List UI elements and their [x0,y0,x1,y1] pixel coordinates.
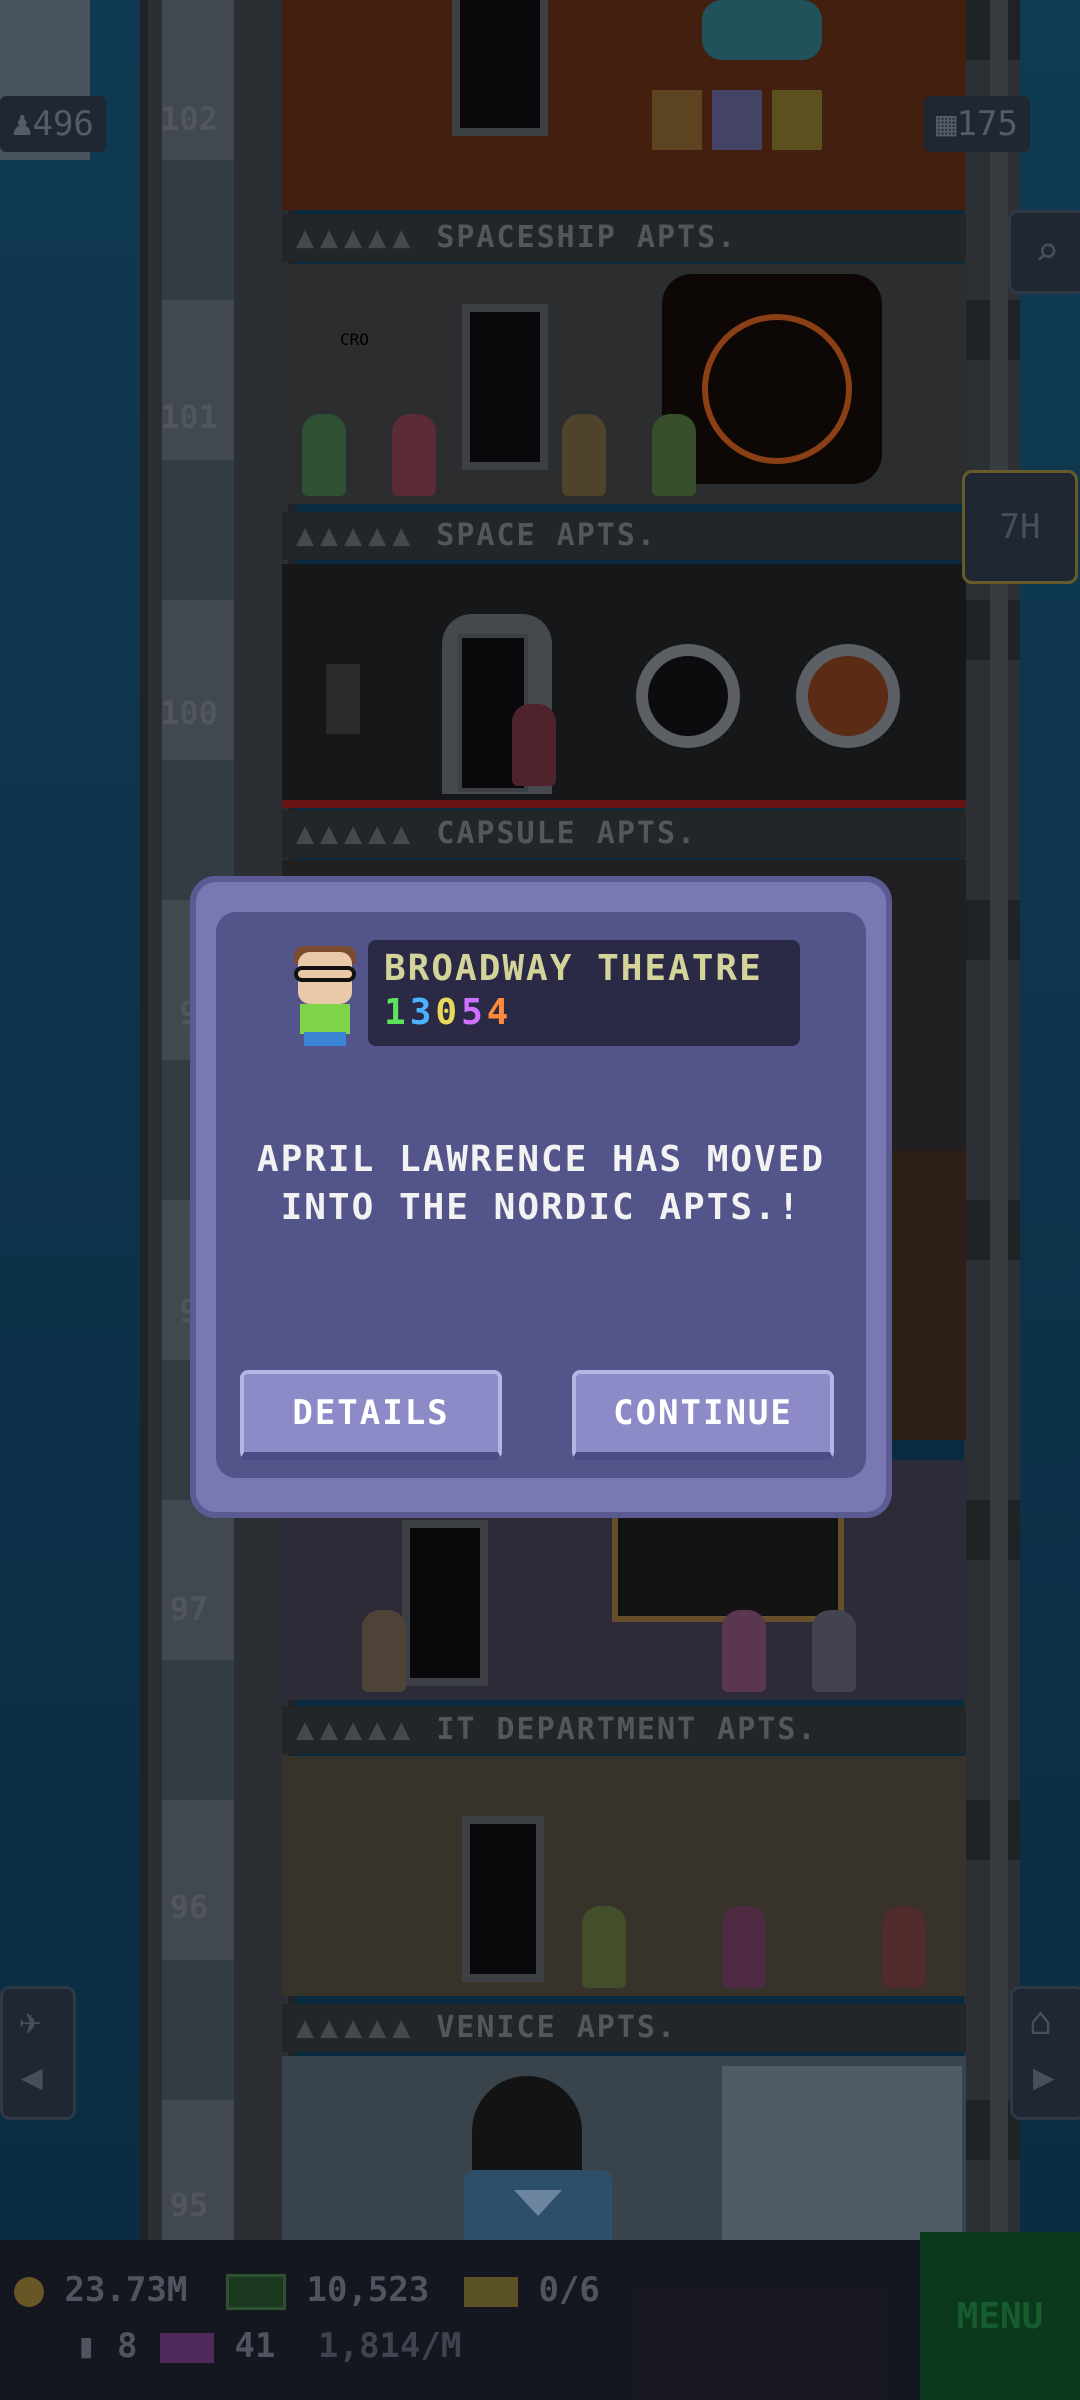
venue-name: BROADWAY THEATRE [384,948,763,989]
resident-avatar [286,946,362,1046]
message-line: APRIL LAWRENCE HAS MOVED [256,1139,826,1180]
venue-digit: 5 [461,992,487,1033]
venue-digit: 3 [409,992,436,1033]
dialog-message: APRIL LAWRENCE HAS MOVED INTO THE NORDIC… [214,1136,868,1232]
venue-digit: 1 [384,992,410,1033]
venue-digit: 4 [486,992,513,1033]
venue-digit: 0 [435,992,462,1033]
message-line: INTO THE NORDIC APTS.! [280,1187,802,1228]
continue-button[interactable]: CONTINUE [572,1370,834,1460]
details-button[interactable]: DETAILS [240,1370,502,1460]
venue-digits: 13054 [384,992,512,1033]
